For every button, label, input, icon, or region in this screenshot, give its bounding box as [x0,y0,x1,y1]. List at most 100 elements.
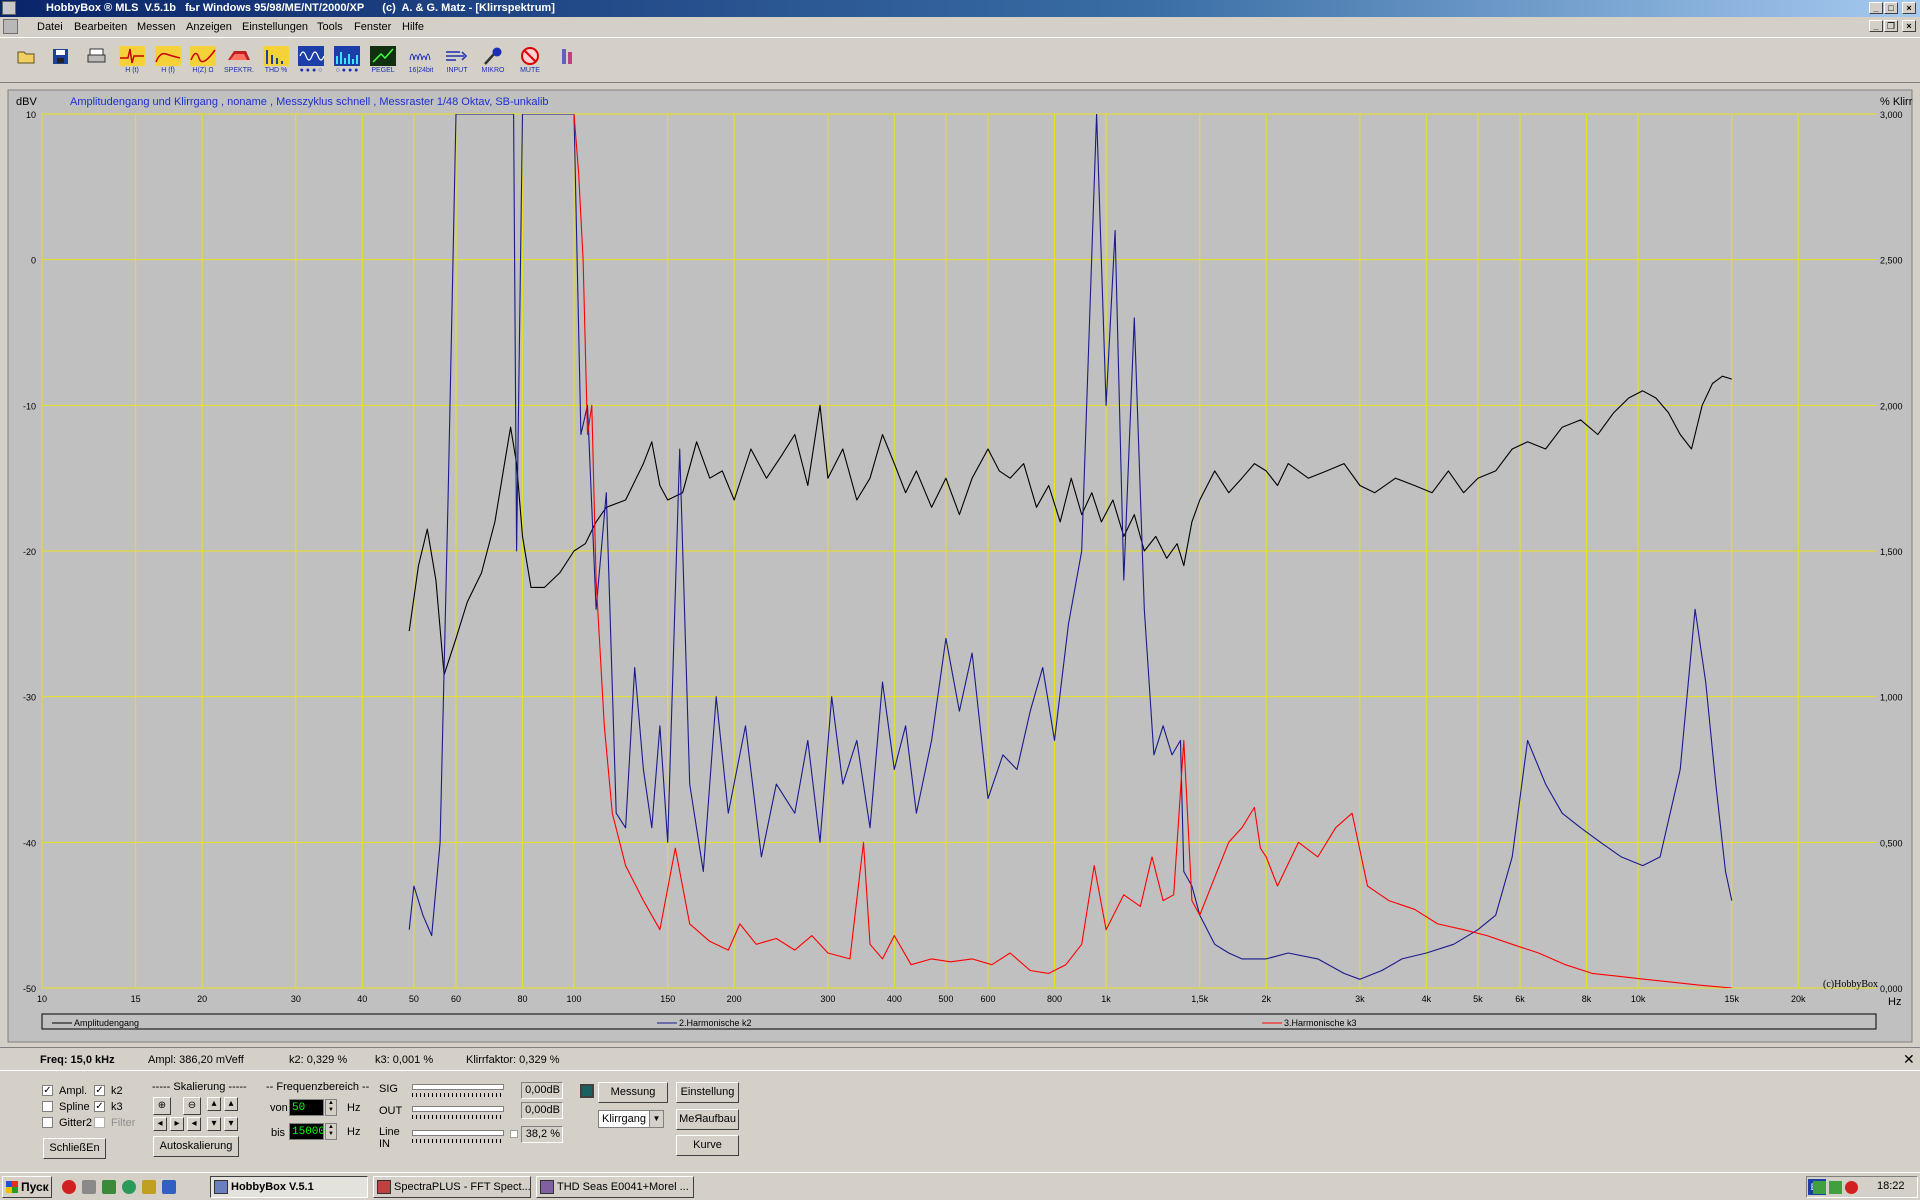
mdi-restore-button[interactable]: ❐ [1884,20,1898,32]
task-thd-seas[interactable]: THD Seas E0041+Morel ... [536,1176,694,1198]
maximize-button[interactable]: □ [1884,2,1898,14]
menu-datei[interactable]: Datei [37,21,63,33]
opera-icon[interactable] [62,1180,76,1194]
k3-checkbox[interactable]: ✓ [94,1101,105,1112]
menu-einstellungen[interactable]: Einstellungen [242,21,308,33]
mdi-minimize-button[interactable]: _ [1869,20,1883,32]
thd-button[interactable]: THD % [261,46,291,76]
ie-icon[interactable] [162,1180,176,1194]
y2-tick-label: 2,500 [1880,256,1903,266]
kurve-button[interactable]: Kurve [676,1135,739,1156]
scale-up2-button[interactable]: ▴ [224,1097,238,1111]
scale-right-button[interactable]: ▸ [170,1117,184,1131]
einstellung-button[interactable]: Einstellung [676,1082,739,1103]
bis-input[interactable]: 15000 [289,1123,325,1140]
analyzer-button[interactable]: ○ ● ● ● [332,46,362,76]
x-tick-label: 300 [820,994,835,1004]
bit-button[interactable]: 16|24bit [406,46,436,76]
bit-label: 16|24bit [408,67,434,74]
x-tick-label: 10 [37,994,47,1004]
bis-spinner[interactable]: ▲ ▼ [325,1123,337,1140]
windows-logo-icon [6,1181,18,1193]
sync-icon[interactable] [1829,1181,1842,1194]
tools-button[interactable] [552,46,582,76]
hf-label: H (f) [161,67,175,74]
close-button[interactable]: × [1902,2,1916,14]
network-icon[interactable] [1813,1181,1826,1194]
hz-button[interactable]: H(Z) Ω [188,46,218,76]
pegel-label: PEGEL [371,67,395,74]
frequenzbereich-title: -- Frequenzbereich -- [266,1081,370,1093]
line-in-slider[interactable] [412,1130,504,1136]
tools-icon [562,49,572,64]
print-button[interactable] [82,46,112,76]
ht-button[interactable]: H (t) [117,46,147,76]
arrow-right-icon: ▸ [174,1118,180,1129]
scale-left2-button[interactable]: ◂ [187,1117,201,1131]
scale-up-button[interactable]: ▴ [207,1097,221,1111]
input-button[interactable]: INPUT [442,46,472,76]
y-tick-label: 0 [31,256,36,266]
k2-checkbox[interactable]: ✓ [94,1085,105,1096]
sig-ticks [412,1093,504,1097]
open-button[interactable] [12,46,42,76]
hf-button[interactable]: H (f) [153,46,183,76]
bis-label: bis [271,1127,286,1139]
menu-messen[interactable]: Messen [137,21,176,33]
scale-left-button[interactable]: ◂ [153,1117,167,1131]
task-spectraplus[interactable]: SpectraPLUS - FFT Spect... [373,1176,531,1198]
oszi-button[interactable]: ● ● ● ○ [296,46,326,76]
menu-tools[interactable]: Tools [317,21,343,33]
schliessen-button[interactable]: SchließEn [43,1138,106,1159]
x-tick-label: 500 [938,994,953,1004]
out-slider[interactable] [412,1106,504,1112]
app-icon[interactable] [2,1,16,15]
scale-down-button[interactable]: ▾ [207,1117,221,1131]
menu-anzeigen[interactable]: Anzeigen [186,21,232,33]
y-tick-label: -20 [23,547,36,557]
y-tick-label: -50 [23,984,36,994]
icq-icon[interactable] [122,1180,136,1194]
scale-down2-button[interactable]: ▾ [224,1117,238,1131]
menu-hilfe[interactable]: Hilfe [402,21,424,33]
mute-button[interactable]: MUTE [515,46,545,76]
zoom-out-button[interactable]: ⊖ [183,1097,201,1115]
mikro-label: MIKRO [481,67,505,74]
messaufbau-button[interactable]: MeЯaufbau [676,1109,739,1130]
von-spinner[interactable]: ▲ ▼ [325,1099,337,1116]
klirrgang-select[interactable]: Klirrgang ▼ [598,1110,664,1128]
spline-checkbox[interactable] [42,1101,53,1112]
menu-bar: Datei Bearbeiten Messen Anzeigen Einstel… [0,17,1920,37]
gitter2-checkbox[interactable] [42,1117,53,1128]
messung-button[interactable]: Messung [598,1082,668,1103]
document-icon[interactable] [3,19,18,34]
desktop-icon[interactable] [82,1180,96,1194]
autoskalierung-button[interactable]: Autoskalierung [153,1136,239,1157]
status-close-icon[interactable]: ✕ [1903,1051,1915,1068]
ht-label: H (t) [125,67,139,74]
antivirus-icon[interactable] [1845,1181,1858,1194]
mdi-close-button[interactable]: × [1902,20,1916,32]
ampl-checkbox[interactable]: ✓ [42,1085,53,1096]
control-panel: ✓ Ampl. ✓ k2 Spline ✓ k3 Gitter2 Filter … [0,1072,1920,1172]
spektrum-button[interactable]: SPEKTR. [224,46,254,76]
start-button[interactable]: Пуск [2,1176,52,1198]
arrow-left-icon: ◂ [157,1118,163,1129]
y2-tick-label: 2,000 [1880,401,1903,411]
task-hobbybox[interactable]: HobbyBox V.5.1 [210,1176,368,1198]
pegel-button[interactable]: PEGEL [368,46,398,76]
filter-checkbox[interactable] [94,1117,105,1128]
sig-slider[interactable] [412,1084,504,1090]
von-input[interactable]: 50 [289,1099,324,1116]
menu-fenster[interactable]: Fenster [354,21,391,33]
menu-bearbeiten[interactable]: Bearbeiten [74,21,127,33]
plot-area[interactable]: 10 15 20 30 40 50 60 80 100 150 200 300 400 500 600 800… [0,88,1920,1046]
line-in-checkbox[interactable] [510,1130,518,1138]
mikro-button[interactable]: MIKRO [478,46,508,76]
zoom-in-button[interactable]: ⊕ [153,1097,171,1115]
save-button[interactable] [46,46,76,76]
thd-chart[interactable]: 10 15 20 30 40 50 60 80 100 150 200 300 400 500 600 800… [0,88,1920,1046]
utility-icon[interactable] [142,1180,156,1194]
minimize-button[interactable]: _ [1869,2,1883,14]
media-icon[interactable] [102,1180,116,1194]
